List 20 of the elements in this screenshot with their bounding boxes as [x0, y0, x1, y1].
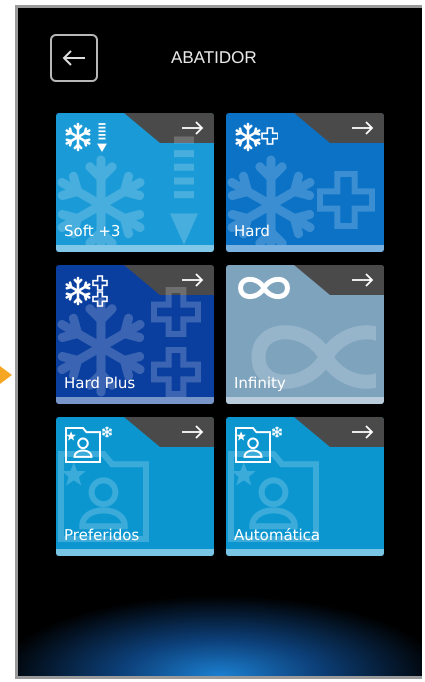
mode-tile[interactable]: Automática — [226, 417, 384, 556]
mode-tile[interactable]: Hard Plus — [56, 265, 214, 404]
screen-title: ABATIDOR — [171, 48, 257, 68]
mode-tile[interactable]: Soft +3 — [56, 113, 214, 252]
mode-tile[interactable]: Infinity — [226, 265, 384, 404]
arrow-right-icon — [182, 121, 204, 135]
back-arrow-icon — [62, 49, 86, 67]
favorites-folder-icon — [234, 426, 282, 464]
snowflake-plus-icon — [234, 122, 278, 154]
arrow-right-icon — [352, 121, 374, 135]
arrow-right-icon — [352, 425, 374, 439]
back-button[interactable] — [50, 34, 98, 82]
snowflake-two-plus-icon — [64, 274, 108, 308]
arrow-right-icon — [182, 273, 204, 287]
mode-tile[interactable]: Preferidos — [56, 417, 214, 556]
favorites-folder-icon — [64, 426, 112, 464]
pointer-triangle-icon — [0, 366, 12, 384]
arrow-right-icon — [352, 273, 374, 287]
mode-tile[interactable]: Hard — [226, 113, 384, 252]
arrow-right-icon — [182, 425, 204, 439]
